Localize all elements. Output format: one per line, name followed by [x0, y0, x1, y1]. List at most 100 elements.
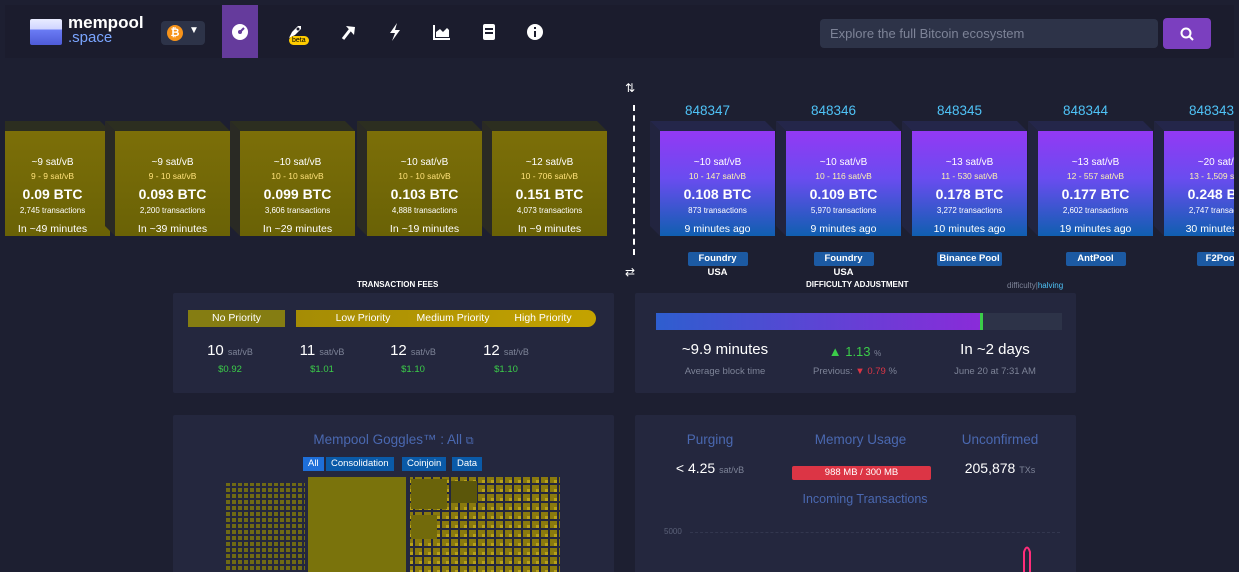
block-fee-range: 9 - 10 sat/vB — [148, 171, 197, 181]
fee-rate-number: 11 — [299, 342, 316, 359]
search-input[interactable]: Explore the full Bitcoin ecosystem — [820, 19, 1158, 48]
mining-pool-label[interactable]: AntPool — [1065, 252, 1126, 266]
purging-value: < 4.25 sat/vB — [655, 460, 765, 476]
block-height-link[interactable]: 848343 — [1189, 103, 1234, 118]
block-eta: In ~39 minutes — [137, 223, 208, 235]
mempool-block[interactable]: ~9 sat/vB 9 - 10 sat/vB 0.093 BTC 2,200 … — [105, 121, 230, 236]
logo[interactable]: mempool .space — [68, 14, 144, 46]
block-tx-count: 2,602 transactions — [1062, 206, 1129, 215]
filter-consolidation[interactable]: Consolidation — [326, 457, 394, 471]
no-priority-label: No Priority — [188, 310, 285, 327]
previous-change: Previous: ▼ 0.79 % — [800, 366, 910, 377]
chart-gridline — [690, 532, 1060, 533]
rocket-icon[interactable]: beta — [277, 5, 313, 58]
filter-data[interactable]: Data — [452, 457, 483, 471]
mempool-block[interactable]: ~10 sat/vB 10 - 10 sat/vB 0.099 BTC 3,60… — [230, 121, 355, 236]
mempool-goggles-treemap[interactable] — [225, 475, 561, 572]
difficulty-halving-toggle[interactable]: difficulty|halving — [1007, 281, 1063, 290]
app-frame: mempool .space ₿ ▼ beta Explore the full… — [5, 5, 1234, 572]
block-fee-range: 10 - 147 sat/vB — [688, 171, 747, 181]
block-side-face — [1154, 121, 1164, 236]
block-fee-range: 10 - 10 sat/vB — [271, 171, 324, 181]
fee-usd: $0.92 — [218, 364, 242, 375]
network-selector-button[interactable]: ₿ ▼ — [161, 21, 205, 45]
fee-rate-number: 12 — [390, 342, 407, 359]
block-total-btc: 0.099 BTC — [263, 186, 332, 202]
block-face: ~10 sat/vB 10 - 147 sat/vB 0.108 BTC 873… — [660, 131, 775, 236]
purging-number: < 4.25 — [675, 460, 716, 476]
block-top-face — [902, 121, 1027, 131]
unconfirmed-unit: TXs — [1019, 465, 1036, 475]
block-top-face — [482, 121, 607, 131]
beta-badge: beta — [289, 36, 309, 45]
goggles-title-text: Mempool Goggles™ : All — [313, 432, 462, 447]
confirmed-block[interactable]: ~10 sat/vB 10 - 116 sat/vB 0.109 BTC 5,9… — [776, 121, 901, 236]
mempool-block[interactable]: ~12 sat/vB 10 - 706 sat/vB 0.151 BTC 4,0… — [482, 121, 607, 236]
about-icon[interactable] — [517, 5, 553, 58]
sort-arrows-icon[interactable]: ⇅ — [625, 81, 635, 95]
pickaxe-icon[interactable] — [330, 5, 366, 58]
block-median-fee: ~10 sat/vB — [693, 157, 742, 168]
search-button[interactable] — [1163, 18, 1211, 49]
block-side-face — [105, 121, 115, 236]
docs-icon[interactable] — [471, 5, 507, 58]
confirmed-block[interactable]: ~20 sat/vB 13 - 1,509 sat/vB 0.248 BTC 2… — [1154, 121, 1234, 236]
block-total-btc: 0.178 BTC — [935, 186, 1004, 202]
dashboard-icon[interactable] — [222, 5, 258, 58]
confirmed-block[interactable]: ~13 sat/vB 12 - 557 sat/vB 0.177 BTC 2,6… — [1028, 121, 1153, 236]
swap-arrows-icon[interactable]: ⇄ — [625, 265, 635, 279]
block-fee-range: 13 - 1,509 sat/vB — [1189, 171, 1234, 181]
block-face: ~9 sat/vB 9 - 9 sat/vB 0.09 BTC 2,745 tr… — [5, 131, 110, 236]
toggle-halving[interactable]: halving — [1038, 281, 1063, 290]
block-height-link[interactable]: 848347 — [685, 103, 730, 118]
avg-block-time: ~9.9 minutes — [681, 341, 769, 358]
mempool-logo-icon[interactable] — [30, 19, 62, 45]
block-top-face — [650, 121, 775, 131]
block-tx-count: 873 transactions — [688, 206, 747, 215]
block-total-btc: 0.093 BTC — [138, 186, 207, 202]
top-navbar: mempool .space ₿ ▼ beta Explore the full… — [5, 5, 1234, 58]
block-top-face — [230, 121, 355, 131]
block-height-link[interactable]: 848346 — [811, 103, 856, 118]
goggles-title: Mempool Goggles™ : All ⧉ — [173, 432, 614, 448]
mining-pool-label[interactable]: Foundry USA — [687, 252, 748, 278]
medium-priority-label: Medium Priority — [416, 312, 490, 324]
block-face: ~12 sat/vB 10 - 706 sat/vB 0.151 BTC 4,0… — [492, 131, 607, 236]
confirmed-block[interactable]: ~13 sat/vB 11 - 530 sat/vB 0.178 BTC 3,2… — [902, 121, 1027, 236]
filter-coinjoin[interactable]: Coinjoin — [402, 457, 447, 471]
mempool-block[interactable]: ~10 sat/vB 10 - 10 sat/vB 0.103 BTC 4,88… — [357, 121, 482, 236]
graphs-icon[interactable] — [424, 5, 460, 58]
mempool-block[interactable]: ~9 sat/vB 9 - 9 sat/vB 0.09 BTC 2,745 tr… — [5, 121, 110, 236]
block-top-face — [357, 121, 482, 131]
block-time-ago: 10 minutes ago — [933, 223, 1006, 235]
external-link-icon[interactable]: ⧉ — [466, 435, 474, 447]
logo-subtitle: .space — [68, 29, 113, 46]
caret-down-icon: ▼ — [189, 25, 199, 36]
unconfirmed-number: 205,878 — [964, 460, 1016, 476]
mining-pool-label[interactable]: Binance Pool — [937, 252, 1002, 266]
block-eta: In ~9 minutes — [517, 223, 582, 235]
confirmed-block[interactable]: ~10 sat/vB 10 - 147 sat/vB 0.108 BTC 873… — [650, 121, 775, 236]
block-height-link[interactable]: 848345 — [937, 103, 982, 118]
block-fee-range: 12 - 557 sat/vB — [1066, 171, 1125, 181]
block-fee-range: 11 - 530 sat/vB — [941, 171, 998, 181]
fee-rate: 10 sat/vB — [185, 342, 275, 359]
mining-pool-label[interactable]: F2Pool — [1196, 252, 1234, 266]
filter-all[interactable]: All — [303, 457, 324, 471]
block-total-btc: 0.103 BTC — [390, 186, 459, 202]
block-tx-count: 2,200 transactions — [139, 206, 206, 215]
block-height-link[interactable]: 848344 — [1063, 103, 1108, 118]
mining-pool-label[interactable]: Foundry USA — [813, 252, 874, 278]
block-face: ~10 sat/vB 10 - 10 sat/vB 0.103 BTC 4,88… — [367, 131, 482, 236]
fee-rate: 12 sat/vB — [461, 342, 551, 359]
block-total-btc: 0.151 BTC — [515, 186, 584, 202]
memory-usage-label: Memory Usage — [814, 432, 907, 447]
fee-rate-unit: sat/vB — [319, 347, 345, 357]
bitcoin-icon: ₿ — [167, 25, 183, 41]
block-tx-count: 4,888 transactions — [391, 206, 458, 215]
lightning-icon[interactable] — [377, 5, 413, 58]
block-top-face — [1154, 121, 1234, 131]
toggle-difficulty[interactable]: difficulty — [1007, 281, 1036, 290]
block-median-fee: ~10 sat/vB — [400, 157, 449, 168]
purging-label: Purging — [686, 432, 734, 447]
